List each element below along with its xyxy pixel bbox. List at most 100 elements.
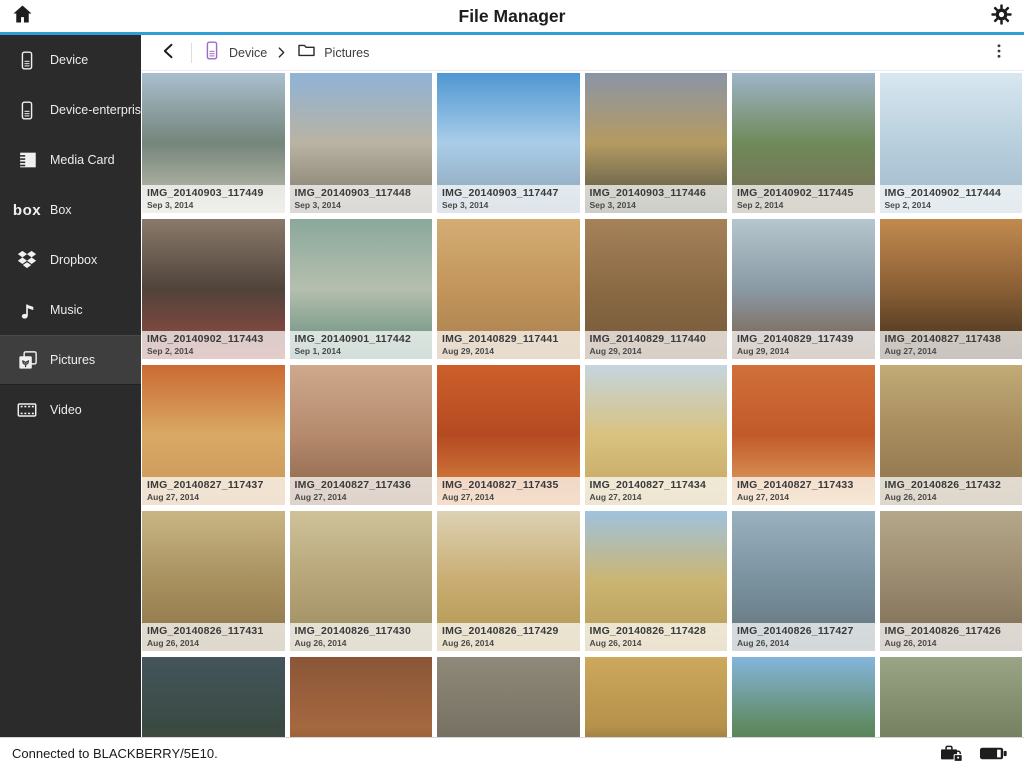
- file-tile[interactable]: IMG_20140829_117441Aug 29, 2014: [437, 219, 580, 359]
- photo-thumbnail: [732, 657, 875, 737]
- file-date: Aug 29, 2014: [590, 346, 723, 356]
- sidebar-item-dropbox[interactable]: Dropbox: [0, 235, 141, 285]
- breadcrumb-item-device[interactable]: Device: [202, 39, 267, 67]
- file-label: IMG_20140827_117433Aug 27, 2014: [732, 477, 875, 505]
- file-tile[interactable]: IMG_20140826_117427Aug 26, 2014: [732, 511, 875, 651]
- file-tile[interactable]: [142, 657, 285, 737]
- file-tile[interactable]: IMG_20140903_117447Sep 3, 2014: [437, 73, 580, 213]
- sidebar-item-video[interactable]: Video: [0, 385, 141, 435]
- home-button[interactable]: [0, 0, 44, 32]
- file-name: IMG_20140829_117441: [442, 333, 575, 345]
- sidebar-item-media-card[interactable]: Media Card: [0, 135, 141, 185]
- dropbox-icon: [12, 249, 42, 271]
- file-label: IMG_20140827_117438Aug 27, 2014: [880, 331, 1023, 359]
- file-name: IMG_20140827_117433: [737, 479, 870, 491]
- breadcrumb-item-pictures[interactable]: Pictures: [296, 40, 369, 65]
- sidebar-item-device[interactable]: Device: [0, 35, 141, 85]
- file-name: IMG_20140826_117427: [737, 625, 870, 637]
- file-name: IMG_20140827_117438: [885, 333, 1018, 345]
- file-label: IMG_20140829_117441Aug 29, 2014: [437, 331, 580, 359]
- file-tile[interactable]: IMG_20140826_117431Aug 26, 2014: [142, 511, 285, 651]
- file-date: Aug 26, 2014: [885, 638, 1018, 648]
- video-icon: [12, 399, 42, 421]
- topbar: File Manager: [0, 0, 1024, 32]
- file-label: IMG_20140829_117440Aug 29, 2014: [585, 331, 728, 359]
- file-name: IMG_20140826_117428: [590, 625, 723, 637]
- file-tile[interactable]: IMG_20140829_117440Aug 29, 2014: [585, 219, 728, 359]
- breadcrumb-label: Device: [229, 46, 267, 60]
- file-tile[interactable]: IMG_20140829_117439Aug 29, 2014: [732, 219, 875, 359]
- file-tile[interactable]: IMG_20140901_117442Sep 1, 2014: [290, 219, 433, 359]
- file-tile[interactable]: IMG_20140902_117445Sep 2, 2014: [732, 73, 875, 213]
- file-date: Sep 1, 2014: [295, 346, 428, 356]
- file-name: IMG_20140902_117443: [147, 333, 280, 345]
- file-label: IMG_20140902_117443Sep 2, 2014: [142, 331, 285, 359]
- file-tile[interactable]: IMG_20140827_117436Aug 27, 2014: [290, 365, 433, 505]
- photo-thumbnail: [585, 657, 728, 737]
- file-tile[interactable]: IMG_20140827_117435Aug 27, 2014: [437, 365, 580, 505]
- file-tile[interactable]: IMG_20140827_117437Aug 27, 2014: [142, 365, 285, 505]
- breadcrumb-bar: Device Pictures: [141, 35, 1024, 71]
- gear-icon: [990, 3, 1013, 29]
- overflow-menu-button[interactable]: [980, 38, 1018, 68]
- file-name: IMG_20140902_117444: [885, 187, 1018, 199]
- photo-thumbnail: [142, 657, 285, 737]
- file-label: IMG_20140902_117445Sep 2, 2014: [732, 185, 875, 213]
- file-date: Sep 2, 2014: [737, 200, 870, 210]
- file-tile[interactable]: IMG_20140827_117438Aug 27, 2014: [880, 219, 1023, 359]
- file-label: IMG_20140827_117435Aug 27, 2014: [437, 477, 580, 505]
- sidebar-item-label: Dropbox: [50, 253, 97, 267]
- folder-icon: [296, 40, 317, 65]
- file-tile[interactable]: IMG_20140903_117448Sep 3, 2014: [290, 73, 433, 213]
- settings-button[interactable]: [978, 0, 1024, 32]
- sidebar-item-box[interactable]: boxBox: [0, 185, 141, 235]
- file-label: IMG_20140826_117431Aug 26, 2014: [142, 623, 285, 651]
- back-button[interactable]: [151, 38, 187, 68]
- file-tile[interactable]: IMG_20140826_117432Aug 26, 2014: [880, 365, 1023, 505]
- work-lock-icon: [939, 742, 965, 764]
- main-panel: Device Pictures IMG_20140903_117449Sep 3…: [141, 35, 1024, 737]
- file-tile[interactable]: IMG_20140827_117433Aug 27, 2014: [732, 365, 875, 505]
- file-tile[interactable]: IMG_20140903_117449Sep 3, 2014: [142, 73, 285, 213]
- file-date: Sep 3, 2014: [295, 200, 428, 210]
- file-date: Sep 3, 2014: [590, 200, 723, 210]
- sidebar-item-music[interactable]: Music: [0, 285, 141, 335]
- sidebar-item-label: Device-enterprise: [50, 103, 141, 117]
- file-tile[interactable]: IMG_20140903_117446Sep 3, 2014: [585, 73, 728, 213]
- file-name: IMG_20140826_117429: [442, 625, 575, 637]
- file-label: IMG_20140827_117434Aug 27, 2014: [585, 477, 728, 505]
- sidebar-item-label: Media Card: [50, 153, 115, 167]
- file-name: IMG_20140829_117440: [590, 333, 723, 345]
- file-tile[interactable]: IMG_20140826_117430Aug 26, 2014: [290, 511, 433, 651]
- sidebar-item-device-enterprise[interactable]: Device-enterprise: [0, 85, 141, 135]
- file-tile[interactable]: [437, 657, 580, 737]
- page-title: File Manager: [0, 6, 1024, 27]
- file-tile[interactable]: IMG_20140826_117426Aug 26, 2014: [880, 511, 1023, 651]
- file-tile[interactable]: IMG_20140902_117443Sep 2, 2014: [142, 219, 285, 359]
- file-name: IMG_20140827_117436: [295, 479, 428, 491]
- photo-thumbnail: [290, 657, 433, 737]
- file-date: Aug 27, 2014: [295, 492, 428, 502]
- file-tile[interactable]: IMG_20140826_117428Aug 26, 2014: [585, 511, 728, 651]
- file-tile[interactable]: IMG_20140826_117429Aug 26, 2014: [437, 511, 580, 651]
- file-date: Aug 26, 2014: [737, 638, 870, 648]
- connection-status: Connected to BLACKBERRY/5E10.: [12, 746, 218, 761]
- file-tile[interactable]: IMG_20140902_117444Sep 2, 2014: [880, 73, 1023, 213]
- music-note-icon: [12, 299, 42, 322]
- battery-icon: [979, 745, 1008, 762]
- file-tile[interactable]: [585, 657, 728, 737]
- file-date: Aug 29, 2014: [442, 346, 575, 356]
- file-name: IMG_20140826_117426: [885, 625, 1018, 637]
- box-logo-icon: box: [12, 202, 42, 219]
- file-tile[interactable]: [880, 657, 1023, 737]
- sidebar-item-pictures[interactable]: Pictures: [0, 335, 141, 385]
- file-tile[interactable]: [732, 657, 875, 737]
- chevron-right-icon: [275, 46, 288, 59]
- sidebar-item-label: Pictures: [50, 353, 95, 367]
- file-tile[interactable]: [290, 657, 433, 737]
- file-date: Aug 26, 2014: [442, 638, 575, 648]
- file-tile[interactable]: IMG_20140827_117434Aug 27, 2014: [585, 365, 728, 505]
- sidebar-item-label: Device: [50, 53, 88, 67]
- file-label: IMG_20140902_117444Sep 2, 2014: [880, 185, 1023, 213]
- file-date: Aug 26, 2014: [295, 638, 428, 648]
